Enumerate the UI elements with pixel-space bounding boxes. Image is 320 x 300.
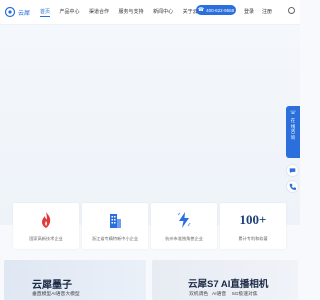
building-icon [105, 210, 125, 230]
fire-icon [36, 210, 56, 230]
globe-icon[interactable] [288, 7, 295, 14]
logo[interactable]: 云犀 [4, 5, 30, 19]
feature-card-unicorn: 杭州市准独角兽企业 [151, 203, 217, 249]
product-banner-mozi[interactable]: 云犀墨子 垂直模型AI语音大模型 [4, 260, 146, 300]
auth-links: 登录 注册 [244, 8, 280, 15]
banner-subtitle: 垂直模型AI语音大模型 [32, 292, 80, 297]
card-label: 浙江省专精特新中小企业 [91, 236, 139, 241]
feature-card-patents: 100+ 累计专利和软著 [220, 203, 286, 249]
online-consult-label: 在线咨询 [290, 118, 296, 140]
hero-banner [0, 25, 300, 225]
register-link[interactable]: 注册 [262, 8, 272, 15]
banner-feature-3: 5G极速对焦 [232, 292, 258, 297]
nav-products[interactable]: 产品中心 [60, 8, 80, 15]
banner-feature-2: AI语音 [212, 292, 227, 297]
phone-float-icon[interactable] [286, 180, 299, 193]
card-label: 国家高新技术企业 [29, 236, 63, 241]
logo-text: 云犀 [18, 10, 31, 17]
nav-home[interactable]: 首页 [40, 8, 51, 17]
feature-card-specialized: 浙江省专精特新中小企业 [82, 203, 148, 249]
logo-icon [4, 6, 16, 18]
patent-count: 100+ [233, 210, 273, 230]
banner-title: 云犀S7 AI直播相机 [188, 279, 269, 290]
top-header: 云犀 首页 产品中心 渠道合作 服务与支持 新闻中心 关于云犀 ☎ 400-62… [0, 0, 300, 25]
main-nav: 首页 产品中心 渠道合作 服务与支持 新闻中心 关于云犀 [40, 8, 212, 17]
card-label: 累计专利和软著 [238, 236, 268, 241]
lightning-icon [174, 210, 194, 230]
login-link[interactable]: 登录 [244, 8, 254, 15]
phone-number: 400-622-9558 [206, 7, 235, 13]
patent-count-value: 100+ [239, 212, 267, 227]
phone-icon: ☎ [197, 7, 205, 13]
headset-icon: ☏ [289, 110, 297, 116]
card-label: 杭州市准独角兽企业 [165, 236, 203, 241]
nav-news[interactable]: 新闻中心 [153, 8, 173, 15]
phone-button[interactable]: ☎ 400-622-9558 [196, 5, 236, 15]
banner-feature-1: 双机调色 [189, 292, 209, 297]
feature-card-hightech: 国家高新技术企业 [13, 203, 79, 249]
nav-service[interactable]: 服务与支持 [119, 8, 144, 15]
chat-icon[interactable] [286, 164, 299, 177]
nav-channel[interactable]: 渠道合作 [89, 8, 109, 15]
online-consult-button[interactable]: ☏ 在线咨询 [286, 106, 300, 158]
banner-title: 云犀墨子 [32, 280, 72, 291]
product-banner-s7[interactable]: 云犀S7 AI直播相机 双机调色 AI语音 5G极速对焦 [152, 260, 298, 300]
